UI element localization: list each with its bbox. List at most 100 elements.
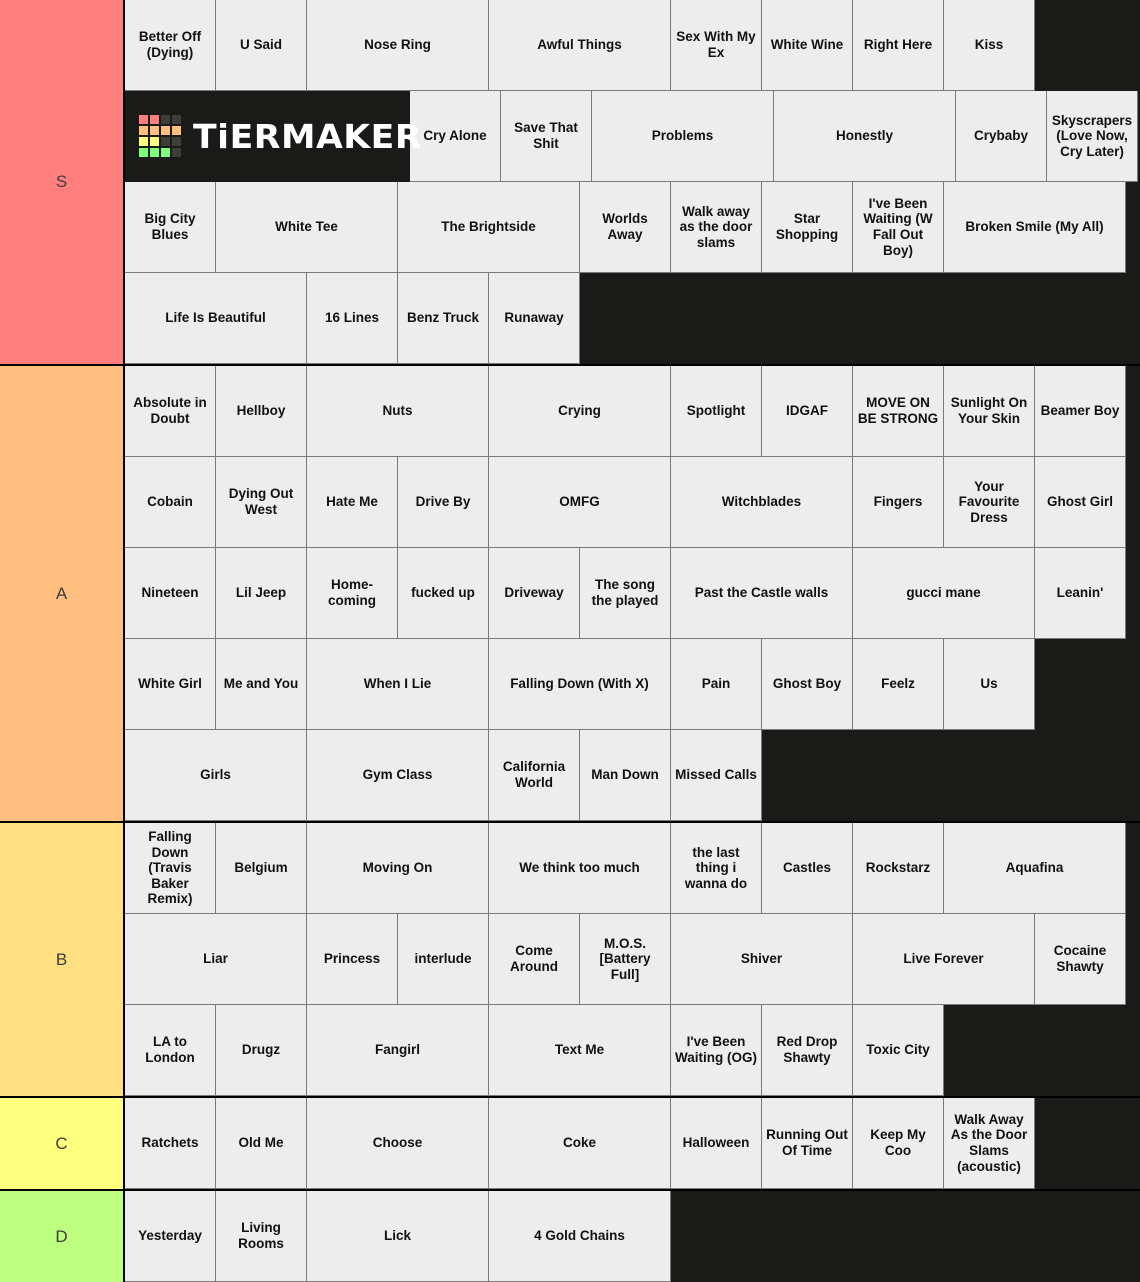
tier-item[interactable]: Skyscrapers (Love Now, Cry Later) bbox=[1047, 91, 1138, 182]
tier-item[interactable]: Fangirl bbox=[307, 1005, 489, 1096]
tier-item[interactable]: Leanin' bbox=[1035, 548, 1126, 639]
tier-item[interactable]: gucci mane bbox=[853, 548, 1035, 639]
tier-item[interactable]: Come Around bbox=[489, 914, 580, 1005]
tier-item[interactable]: Text Me bbox=[489, 1005, 671, 1096]
tier-item[interactable]: Man Down bbox=[580, 730, 671, 821]
tier-item[interactable]: the last thing i wanna do bbox=[671, 823, 762, 914]
tier-item[interactable]: Crybaby bbox=[956, 91, 1047, 182]
tier-item[interactable]: Cobain bbox=[125, 457, 216, 548]
tier-item[interactable]: Liar bbox=[125, 914, 307, 1005]
tier-item[interactable]: Your Favourite Dress bbox=[944, 457, 1035, 548]
tier-item[interactable]: Crying bbox=[489, 366, 671, 457]
tier-item[interactable]: Spotlight bbox=[671, 366, 762, 457]
tier-item[interactable]: Hellboy bbox=[216, 366, 307, 457]
tier-item[interactable]: OMFG bbox=[489, 457, 671, 548]
tier-item[interactable]: Nose Ring bbox=[307, 0, 489, 91]
tier-item[interactable]: Kiss bbox=[944, 0, 1035, 91]
tier-item[interactable]: Belgium bbox=[216, 823, 307, 914]
tier-item[interactable]: Cry Alone bbox=[410, 91, 501, 182]
tier-item[interactable]: Rockstarz bbox=[853, 823, 944, 914]
tier-item[interactable]: Driveway bbox=[489, 548, 580, 639]
tier-item[interactable]: Fingers bbox=[853, 457, 944, 548]
tier-item[interactable]: Benz Truck bbox=[398, 273, 489, 364]
tier-item[interactable]: I've Been Waiting (OG) bbox=[671, 1005, 762, 1096]
tier-item[interactable]: Sunlight On Your Skin bbox=[944, 366, 1035, 457]
tier-item[interactable]: Ghost Girl bbox=[1035, 457, 1126, 548]
tier-item[interactable]: White Tee bbox=[216, 182, 398, 273]
tier-item[interactable]: Worlds Away bbox=[580, 182, 671, 273]
tier-label-c[interactable]: C bbox=[0, 1098, 125, 1189]
tier-item[interactable]: Save That Shit bbox=[501, 91, 592, 182]
tier-item[interactable]: Moving On bbox=[307, 823, 489, 914]
tier-item[interactable]: The Brightside bbox=[398, 182, 580, 273]
tier-item[interactable]: Witchblades bbox=[671, 457, 853, 548]
tier-label-s[interactable]: S bbox=[0, 0, 125, 364]
tier-item[interactable]: Honestly bbox=[774, 91, 956, 182]
tier-item[interactable]: Sex With My Ex bbox=[671, 0, 762, 91]
tier-item[interactable]: Missed Calls bbox=[671, 730, 762, 821]
tier-item[interactable]: Old Me bbox=[216, 1098, 307, 1189]
tier-item[interactable]: Keep My Coo bbox=[853, 1098, 944, 1189]
tier-item[interactable]: Right Here bbox=[853, 0, 944, 91]
tier-item[interactable]: Falling Down (Travis Baker Remix) bbox=[125, 823, 216, 914]
tier-item[interactable]: Awful Things bbox=[489, 0, 671, 91]
tier-item[interactable]: IDGAF bbox=[762, 366, 853, 457]
tier-item[interactable]: U Said bbox=[216, 0, 307, 91]
tier-item[interactable]: Toxic City bbox=[853, 1005, 944, 1096]
tier-item[interactable]: MOVE ON BE STRONG bbox=[853, 366, 944, 457]
tier-item[interactable]: Problems bbox=[592, 91, 774, 182]
tier-item[interactable]: Living Rooms bbox=[216, 1191, 307, 1282]
tier-item[interactable]: fucked up bbox=[398, 548, 489, 639]
tier-item[interactable]: 4 Gold Chains bbox=[489, 1191, 671, 1282]
tier-item[interactable]: I've Been Waiting (W Fall Out Boy) bbox=[853, 182, 944, 273]
tier-label-b[interactable]: B bbox=[0, 823, 125, 1096]
tier-item[interactable]: White Girl bbox=[125, 639, 216, 730]
tier-item[interactable]: Dying Out West bbox=[216, 457, 307, 548]
tier-item[interactable]: Walk away as the door slams bbox=[671, 182, 762, 273]
tier-item[interactable]: Halloween bbox=[671, 1098, 762, 1189]
tier-item[interactable]: Drugz bbox=[216, 1005, 307, 1096]
tier-item[interactable]: Better Off (Dying) bbox=[125, 0, 216, 91]
tier-item[interactable]: Falling Down (With X) bbox=[489, 639, 671, 730]
tier-item[interactable]: Pain bbox=[671, 639, 762, 730]
tier-item[interactable]: Us bbox=[944, 639, 1035, 730]
tier-item[interactable]: Ratchets bbox=[125, 1098, 216, 1189]
tier-item[interactable]: Nuts bbox=[307, 366, 489, 457]
tier-item[interactable]: The song the played bbox=[580, 548, 671, 639]
tier-item[interactable]: Shiver bbox=[671, 914, 853, 1005]
tier-item[interactable]: Aquafina bbox=[944, 823, 1126, 914]
tier-item[interactable]: Past the Castle walls bbox=[671, 548, 853, 639]
tier-item[interactable]: Ghost Boy bbox=[762, 639, 853, 730]
tier-item[interactable]: Hate Me bbox=[307, 457, 398, 548]
tier-item[interactable]: When I Lie bbox=[307, 639, 489, 730]
tier-item[interactable]: Yesterday bbox=[125, 1191, 216, 1282]
tier-item[interactable]: 16 Lines bbox=[307, 273, 398, 364]
tier-item[interactable]: Choose bbox=[307, 1098, 489, 1189]
tier-item[interactable]: Absolute in Doubt bbox=[125, 366, 216, 457]
tier-item[interactable]: interlude bbox=[398, 914, 489, 1005]
tier-item[interactable]: Beamer Boy bbox=[1035, 366, 1126, 457]
tier-item[interactable]: Red Drop Shawty bbox=[762, 1005, 853, 1096]
tier-item[interactable]: Broken Smile (My All) bbox=[944, 182, 1126, 273]
tier-label-a[interactable]: A bbox=[0, 366, 125, 821]
tier-item[interactable]: Castles bbox=[762, 823, 853, 914]
tier-item[interactable]: Running Out Of Time bbox=[762, 1098, 853, 1189]
tier-item[interactable]: M.O.S. [Battery Full] bbox=[580, 914, 671, 1005]
tier-item[interactable]: Big City Blues bbox=[125, 182, 216, 273]
tier-item[interactable]: Drive By bbox=[398, 457, 489, 548]
tier-label-d[interactable]: D bbox=[0, 1191, 125, 1282]
tier-item[interactable]: Me and You bbox=[216, 639, 307, 730]
tier-item[interactable]: California World bbox=[489, 730, 580, 821]
tier-item[interactable]: Runaway bbox=[489, 273, 580, 364]
tier-item[interactable]: Coke bbox=[489, 1098, 671, 1189]
tier-item[interactable]: Lil Jeep bbox=[216, 548, 307, 639]
tier-item[interactable]: Walk Away As the Door Slams (acoustic) bbox=[944, 1098, 1035, 1189]
tier-item[interactable]: LA to London bbox=[125, 1005, 216, 1096]
tier-item[interactable]: White Wine bbox=[762, 0, 853, 91]
tier-item[interactable]: Princess bbox=[307, 914, 398, 1005]
tier-item[interactable]: Cocaine Shawty bbox=[1035, 914, 1126, 1005]
tier-item[interactable]: Lick bbox=[307, 1191, 489, 1282]
tier-item[interactable]: We think too much bbox=[489, 823, 671, 914]
tier-item[interactable]: Girls bbox=[125, 730, 307, 821]
tier-item[interactable]: Home-coming bbox=[307, 548, 398, 639]
